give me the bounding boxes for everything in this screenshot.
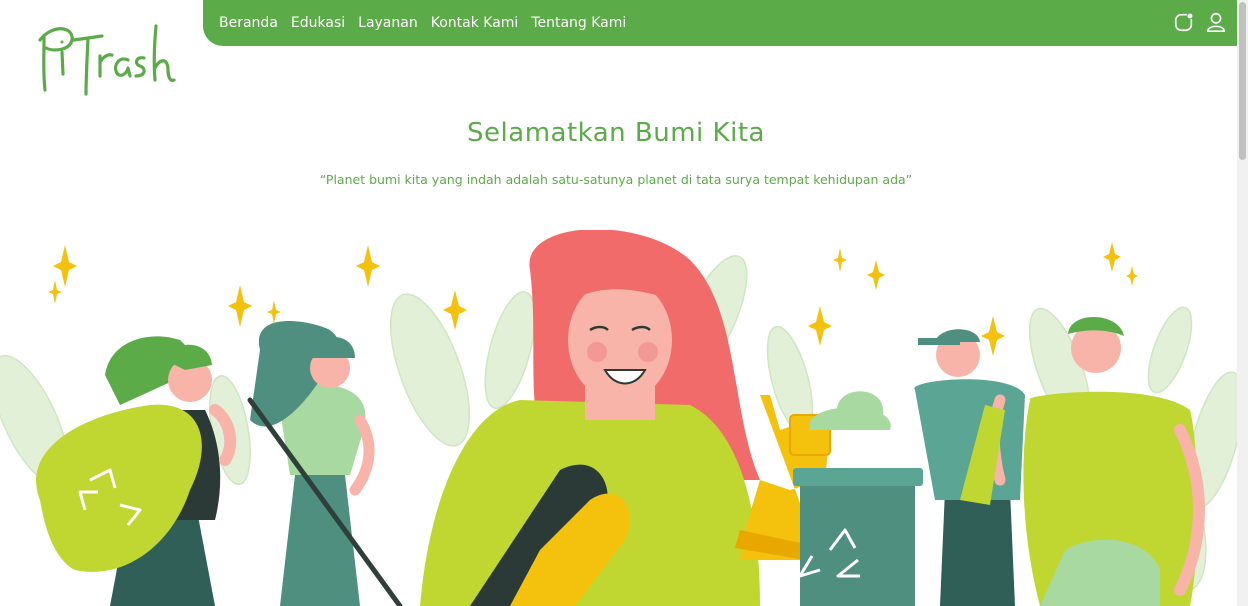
nav-icons	[1173, 10, 1227, 34]
hero-illustration	[0, 230, 1237, 606]
person-boy-with-bag	[36, 336, 237, 606]
nav-tentang-kami[interactable]: Tentang Kami	[531, 15, 626, 31]
nav-edukasi[interactable]: Edukasi	[291, 15, 345, 31]
scrollbar-thumb[interactable]	[1239, 2, 1246, 160]
nav-kontak-kami[interactable]: Kontak Kami	[431, 15, 519, 31]
page-scrollbar[interactable]	[1237, 0, 1248, 606]
nav-beranda[interactable]: Beranda	[219, 15, 278, 31]
nav-menu: Beranda Edukasi Layanan Kontak Kami Tent…	[219, 0, 626, 46]
person-girl-with-picker	[247, 321, 403, 606]
pitrash-logo[interactable]	[36, 18, 186, 98]
hero-quote: “Planet bumi kita yang indah adalah satu…	[319, 172, 913, 187]
nav-layanan[interactable]: Layanan	[358, 15, 418, 31]
person-woman-center	[420, 230, 831, 606]
recycling-bin	[793, 391, 923, 606]
top-navbar: Beranda Edukasi Layanan Kontak Kami Tent…	[203, 0, 1237, 46]
person-man-with-cap	[914, 329, 1025, 606]
user-profile-icon[interactable]	[1205, 10, 1227, 34]
hero-title: Selamatkan Bumi Kita	[467, 118, 765, 148]
notification-bell-icon[interactable]	[1173, 10, 1195, 34]
